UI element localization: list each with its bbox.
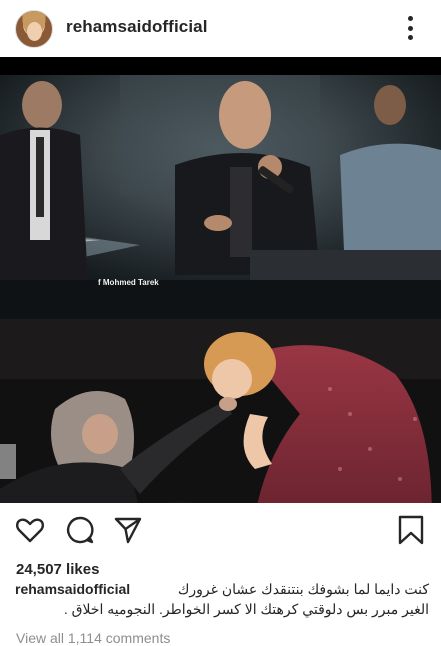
- send-icon[interactable]: [113, 515, 143, 545]
- post-photo-bottom: [0, 319, 441, 503]
- post-image[interactable]: f Mohmed Tarek: [0, 57, 441, 503]
- post-username[interactable]: rehamsaidofficial: [66, 17, 208, 37]
- caption-text-line2: الغير مبرر بس دلوقتي كرهتك الا كسر الخوا…: [63, 601, 429, 617]
- comment-icon[interactable]: [65, 515, 95, 545]
- post-photo-top: f Mohmed Tarek: [0, 75, 441, 321]
- heart-icon[interactable]: [15, 515, 45, 545]
- more-options-icon[interactable]: [400, 16, 420, 40]
- post-caption: rehamsaidofficial كنت دايما لما بشوفك بن…: [15, 579, 429, 619]
- avatar[interactable]: [15, 10, 53, 48]
- caption-text-line1: كنت دايما لما بشوفك بنتنقدك عشان غرورك: [177, 581, 429, 597]
- bookmark-icon[interactable]: [396, 515, 426, 545]
- post-header: rehamsaidofficial: [0, 0, 441, 57]
- caption-username[interactable]: rehamsaidofficial: [15, 579, 130, 599]
- action-bar: [0, 503, 441, 558]
- photo-watermark: f Mohmed Tarek: [98, 278, 159, 287]
- view-comments-link[interactable]: View all 1,114 comments: [16, 630, 170, 646]
- likes-count[interactable]: 24,507 likes: [16, 561, 99, 578]
